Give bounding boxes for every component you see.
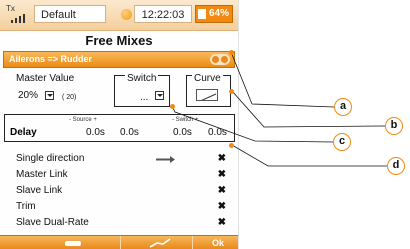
delay-label: Delay [10,127,37,138]
option-label: Trim [16,201,36,212]
battery-indicator: 64% [195,5,233,23]
curve-line-icon [201,93,217,100]
switch-delay-minus[interactable]: 0.0s [173,127,192,138]
source-delay-plus[interactable]: 0.0s [120,127,139,138]
switch-delay-header: - Switch + [172,117,199,123]
callout-b: b [385,117,403,135]
curve-edit-icon-button[interactable] [140,236,180,249]
mix-name: Ailerons => Rudder [9,54,93,64]
option-row-trim[interactable]: Trim ✖ [16,200,226,214]
option-row-slave-dual-rate[interactable]: Slave Dual-Rate ✖ [16,216,226,230]
option-row-single-direction[interactable]: Single direction ✖ [16,152,226,166]
mix-toggle-icon[interactable] [210,54,230,65]
switch-dropdown-icon[interactable] [155,91,164,100]
status-bar: Tx Default 12:22:03 64% [0,0,238,31]
switch-field[interactable]: ... [140,92,148,104]
option-checkbox[interactable]: ✖ [218,184,226,198]
servo-icon-button[interactable] [50,236,96,249]
clock-display: 12:22:03 [134,5,192,23]
master-value-dropdown-icon[interactable] [45,91,54,100]
callout-anchor-dot [229,89,234,94]
callout-anchor-dot [229,50,234,55]
tx-label: Tx [6,4,15,13]
master-value-raw: ( 20) [62,94,77,101]
battery-percent: 64% [208,8,229,19]
curve-preview-icon[interactable] [196,89,218,101]
toolbar-divider [192,236,193,249]
option-label: Slave Dual-Rate [16,217,89,228]
option-label: Master Link [16,169,68,180]
ok-button[interactable]: Ok [200,236,236,249]
signal-strength-icon: Tx [6,5,30,25]
callout-anchor-dot [170,104,175,109]
curve-edit-icon [149,238,171,248]
toolbar-divider [120,236,121,249]
option-row-master-link[interactable]: Master Link ✖ [16,168,226,182]
option-checkbox[interactable]: ✖ [218,168,226,182]
master-value-field[interactable]: 20% [18,90,38,102]
option-checkbox[interactable]: ✖ [218,200,226,214]
servo-icon [65,241,81,246]
callout-c: c [333,133,351,151]
switch-label: Switch [125,73,159,85]
bottom-toolbar: Ok [0,235,238,249]
option-label: Single direction [16,153,85,164]
curve-label: Curve [192,73,223,85]
master-value-label: Master Value [16,73,75,84]
direction-arrow-icon [156,156,175,163]
callout-anchor-dot [229,143,234,148]
callout-a: a [334,98,352,116]
model-profile-field[interactable]: Default [34,5,106,23]
option-row-slave-link[interactable]: Slave Link ✖ [16,184,226,198]
source-delay-minus[interactable]: 0.0s [86,127,105,138]
status-indicator-icon [121,9,132,20]
transmitter-screen: Tx Default 12:22:03 64% Free Mixes Ailer… [0,0,239,249]
callout-d: d [387,157,405,175]
option-label: Slave Link [16,185,63,196]
option-checkbox[interactable]: ✖ [218,216,226,230]
option-checkbox[interactable]: ✖ [218,152,226,166]
source-delay-header: - Source + [69,117,97,123]
switch-delay-plus[interactable]: 0.0s [208,127,227,138]
page-title: Free Mixes [85,33,153,48]
mix-selector-bar[interactable]: Ailerons => Rudder [3,51,235,68]
